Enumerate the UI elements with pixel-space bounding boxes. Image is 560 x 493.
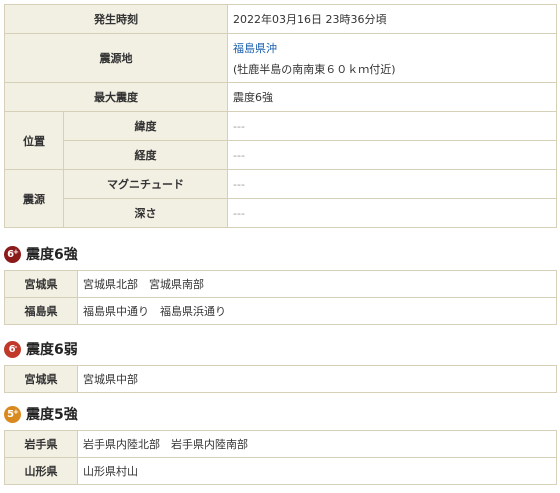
epicenter-label: 震源地 [4,33,228,83]
prefecture-table: 宮城県 宮城県中部 [4,365,557,393]
longitude-row: 経度 --- [5,140,557,170]
section-title: 震度6強 [26,247,78,263]
magnitude-row: 震源 マグニチュード --- [4,169,557,228]
epicenter-link[interactable]: 福島県沖 [233,40,556,56]
table-row: 山形県 山形県村山 [4,457,557,485]
latitude-row: 位置 緯度 --- [4,111,557,170]
section-header: 5 + 震度5強 [4,404,557,424]
prefecture-name: 福島県 [4,297,78,325]
prefecture-name: 宮城県 [4,270,78,298]
intensity-section-6-lower: 6- 震度6弱 宮城県 宮城県中部 [4,339,557,393]
table-row: 宮城県 宮城県中部 [4,365,557,393]
longitude-value: --- [227,140,557,170]
prefecture-areas: 宮城県中部 [77,365,557,393]
intensity-5-upper-icon: 5 + [4,405,21,423]
prefecture-areas: 岩手県内陸北部 岩手県内陸南部 [77,430,557,458]
intensity-6-upper-icon: 6 + [4,245,21,263]
prefecture-table: 宮城県 宮城県北部 宮城県南部 福島県 福島県中通り 福島県浜通り [4,270,557,325]
magnitude-label: マグニチュード [63,169,228,199]
prefecture-areas: 山形県村山 [77,457,557,485]
prefecture-name: 山形県 [4,457,78,485]
epicenter-row: 震源地 福島県沖 (牡鹿半島の南南東６０ｋｍ付近) [4,33,557,83]
depth-label: 深さ [63,198,228,228]
magnitude-value: --- [227,169,557,199]
intensity-6-lower-icon: 6- [4,340,21,358]
epicenter-detail: (牡鹿半島の南南東６０ｋｍ付近) [233,62,396,76]
table-row: 岩手県 岩手県内陸北部 岩手県内陸南部 [4,430,557,458]
epicenter-cell: 福島県沖 (牡鹿半島の南南東６０ｋｍ付近) [227,33,557,83]
depth-value: --- [227,198,557,228]
max-intensity-value: 震度6強 [227,82,557,112]
latitude-label: 緯度 [63,111,228,141]
prefecture-areas: 福島県中通り 福島県浜通り [77,297,557,325]
depth-row: 深さ --- [5,198,557,228]
prefecture-areas: 宮城県北部 宮城県南部 [77,270,557,298]
occurrence-label: 発生時刻 [4,4,228,34]
prefecture-table: 岩手県 岩手県内陸北部 岩手県内陸南部 山形県 山形県村山 [4,430,557,485]
intensity-section-5-upper: 5 + 震度5強 岩手県 岩手県内陸北部 岩手県内陸南部 山形県 山形県村山 [4,404,557,485]
occurrence-row: 発生時刻 2022年03月16日 23時36分頃 [4,4,557,34]
section-title: 震度5強 [26,407,78,423]
prefecture-name: 岩手県 [4,430,78,458]
section-header: 6 + 震度6強 [4,244,557,264]
latitude-value: --- [227,111,557,141]
position-label: 位置 [4,111,64,170]
occurrence-value: 2022年03月16日 23時36分頃 [227,4,557,34]
max-intensity-label: 最大震度 [4,82,228,112]
max-intensity-row: 最大震度 震度6強 [4,82,557,112]
longitude-label: 経度 [63,140,228,170]
section-title: 震度6弱 [26,342,78,358]
table-row: 宮城県 宮城県北部 宮城県南部 [4,270,557,298]
earthquake-info-table: 発生時刻 2022年03月16日 23時36分頃 震源地 福島県沖 (牡鹿半島の… [4,4,557,228]
source-label: 震源 [4,169,64,228]
prefecture-name: 宮城県 [4,365,78,393]
intensity-section-6-upper: 6 + 震度6強 宮城県 宮城県北部 宮城県南部 福島県 福島県中通り 福島県浜通… [4,244,557,325]
section-header: 6- 震度6弱 [4,339,557,359]
table-row: 福島県 福島県中通り 福島県浜通り [4,297,557,325]
